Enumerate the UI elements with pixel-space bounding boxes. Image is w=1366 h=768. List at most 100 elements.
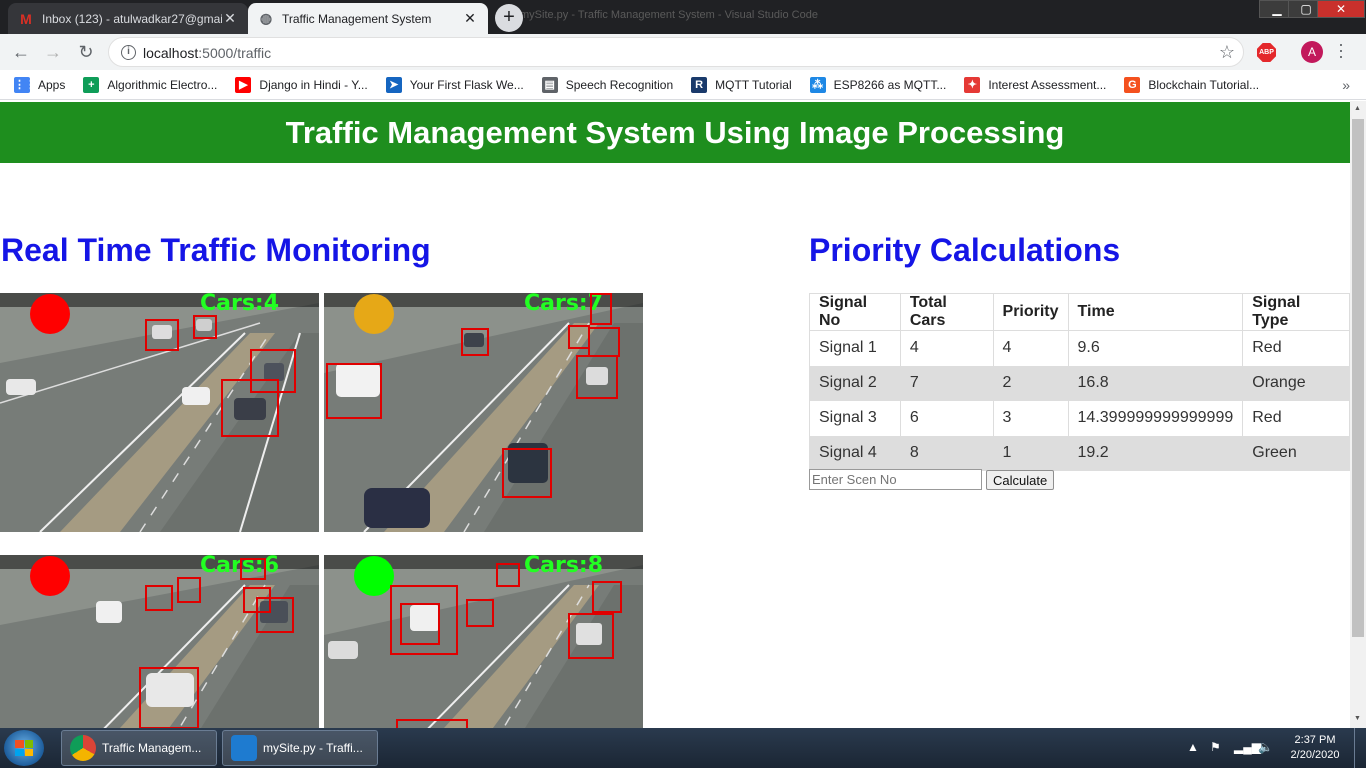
signal-light-indicator bbox=[354, 556, 394, 596]
bookmark-label: Apps bbox=[38, 77, 66, 92]
car-bounding-box bbox=[240, 558, 266, 580]
info-icon[interactable]: i bbox=[121, 45, 136, 60]
table-cell: 9.6 bbox=[1067, 330, 1244, 366]
table-cell: 2 bbox=[992, 365, 1069, 401]
column-header: Total Cars bbox=[899, 293, 994, 331]
bookmarks-overflow-icon[interactable]: » bbox=[1342, 77, 1350, 93]
bookmark-item[interactable]: ▶ Django in Hindi - Y... bbox=[235, 76, 368, 93]
table-cell: Signal 2 bbox=[809, 365, 901, 401]
car-bounding-box bbox=[396, 719, 468, 728]
table-row: Signal 4 8 1 19.2 Green bbox=[809, 435, 1350, 471]
brain-icon: ✦ bbox=[964, 76, 981, 93]
page-scrollbar[interactable]: ▲ ▼ bbox=[1350, 101, 1366, 728]
column-header: Signal No bbox=[809, 293, 901, 331]
bookmark-label: Django in Hindi - Y... bbox=[259, 77, 368, 92]
bookmark-item[interactable]: + Algorithmic Electro... bbox=[83, 76, 217, 93]
youtube-icon: ▶ bbox=[235, 76, 252, 93]
scenario-number-input[interactable] bbox=[809, 469, 982, 490]
bookmark-star-icon[interactable]: ☆ bbox=[1219, 42, 1235, 63]
start-button[interactable] bbox=[4, 730, 44, 766]
car-bounding-box bbox=[461, 328, 489, 356]
adblock-icon[interactable]: ABP bbox=[1257, 43, 1276, 62]
forward-arrow-icon[interactable]: → bbox=[41, 40, 65, 64]
bookmark-item[interactable]: ⋮⋮ Apps bbox=[14, 76, 66, 93]
scroll-up-icon[interactable]: ▲ bbox=[1354, 105, 1361, 112]
signal-light-indicator bbox=[354, 294, 394, 334]
taskbar-item-chrome[interactable]: Traffic Managem... bbox=[61, 730, 217, 766]
bookmark-item[interactable]: R MQTT Tutorial bbox=[691, 76, 792, 93]
car-bounding-box bbox=[496, 563, 520, 587]
car-bounding-box bbox=[221, 379, 279, 437]
table-cell: Signal 1 bbox=[809, 330, 901, 366]
address-bar[interactable]: i localhost:5000/traffic ☆ bbox=[108, 37, 1244, 67]
table-body: Signal 1 4 4 9.6 Red Signal 2 7 2 16.8 Orange Sign… bbox=[809, 330, 1350, 471]
table-header-row: Signal No Total Cars Priority Time Signa… bbox=[809, 293, 1350, 331]
car-bounding-box bbox=[590, 293, 612, 325]
table-cell: Red bbox=[1242, 330, 1350, 366]
table-cell: Signal 4 bbox=[809, 435, 901, 471]
clock-time: 2:37 PM bbox=[1294, 734, 1336, 746]
tab-inbox[interactable]: M Inbox (123) - atulwadkar27@gmail.com ✕ bbox=[8, 3, 248, 34]
url-text[interactable]: localhost:5000/traffic bbox=[143, 45, 271, 61]
car-bounding-box bbox=[592, 581, 622, 613]
table-cell: Red bbox=[1242, 400, 1350, 436]
menu-dots-icon[interactable]: · · · bbox=[1336, 35, 1346, 65]
traffic-camera-frame-3: Cars:6 bbox=[0, 555, 319, 728]
taskbar-item-label: mySite.py - Traffi... bbox=[263, 741, 363, 755]
windows-taskbar: Traffic Managem... mySite.py - Traffi...… bbox=[0, 728, 1366, 768]
taskbar-item-vscode[interactable]: mySite.py - Traffi... bbox=[222, 730, 378, 766]
tab-traffic-management[interactable]: ◍ Traffic Management System ✕ bbox=[248, 3, 488, 34]
bookmarks-bar: ⋮⋮ Apps + Algorithmic Electro... ▶ Django in … bbox=[0, 70, 1366, 100]
table-row: Signal 3 6 3 14.399999999999999 Red bbox=[809, 400, 1350, 436]
action-center-flag-icon[interactable]: ⚑ bbox=[1210, 740, 1221, 754]
cars-count-label: Cars:8 bbox=[524, 555, 604, 578]
traffic-camera-frame-2: Cars:7 bbox=[324, 293, 643, 532]
close-icon[interactable]: ✕ bbox=[462, 10, 478, 27]
windows-logo-icon bbox=[15, 740, 33, 756]
bookmark-item[interactable]: ➤ Your First Flask We... bbox=[385, 76, 524, 93]
cars-count-label: Cars:4 bbox=[200, 293, 280, 316]
new-tab-button[interactable]: + bbox=[495, 4, 523, 32]
document-icon: ▤ bbox=[541, 76, 558, 93]
taskbar-item-label: Traffic Managem... bbox=[102, 741, 202, 755]
table-cell: 14.399999999999999 bbox=[1067, 400, 1244, 436]
dots-icon: ⁂ bbox=[809, 76, 826, 93]
system-clock[interactable]: 2:37 PM 2/20/2020 bbox=[1284, 733, 1346, 763]
car-bounding-box bbox=[139, 667, 199, 728]
table-cell: 3 bbox=[992, 400, 1069, 436]
bookmark-label: Speech Recognition bbox=[565, 77, 674, 92]
car-bounding-box bbox=[256, 597, 294, 633]
car-bounding-box bbox=[193, 315, 217, 339]
tray-expand-icon[interactable]: ▲ bbox=[1187, 740, 1199, 754]
column-header: Priority bbox=[992, 293, 1069, 331]
column-header: Time bbox=[1067, 293, 1244, 331]
car-bounding-box bbox=[145, 585, 173, 611]
reload-icon[interactable]: ↻ bbox=[74, 40, 98, 64]
car-bounding-box bbox=[400, 603, 440, 645]
network-signal-icon[interactable]: ▂▄▆ bbox=[1234, 740, 1261, 754]
bookmark-item[interactable]: G Blockchain Tutorial... bbox=[1124, 76, 1259, 93]
page-banner: Traffic Management System Using Image Pr… bbox=[0, 102, 1350, 163]
close-icon[interactable]: ✕ bbox=[222, 10, 238, 27]
table-cell: 16.8 bbox=[1067, 365, 1244, 401]
car-bounding-box bbox=[576, 355, 618, 399]
profile-avatar[interactable]: A bbox=[1301, 41, 1323, 63]
table-cell: Green bbox=[1242, 435, 1350, 471]
bookmark-item[interactable]: ⁂ ESP8266 as MQTT... bbox=[809, 76, 946, 93]
car-bounding-box bbox=[466, 599, 494, 627]
car-bounding-box bbox=[177, 577, 201, 603]
back-arrow-icon[interactable]: ← bbox=[9, 40, 33, 64]
bookmark-item[interactable]: ✦ Interest Assessment... bbox=[964, 76, 1106, 93]
show-desktop-button[interactable] bbox=[1354, 728, 1366, 768]
table-cell: 19.2 bbox=[1067, 435, 1244, 471]
volume-icon[interactable]: 🔈 bbox=[1258, 740, 1273, 754]
plus-icon: + bbox=[83, 76, 100, 93]
calculate-button[interactable]: Calculate bbox=[986, 470, 1055, 490]
window-close-button[interactable]: ✕ bbox=[1317, 0, 1365, 18]
clock-date: 2/20/2020 bbox=[1290, 749, 1340, 761]
scroll-down-icon[interactable]: ▼ bbox=[1354, 715, 1361, 722]
bookmark-item[interactable]: ▤ Speech Recognition bbox=[541, 76, 674, 93]
bookmark-label: MQTT Tutorial bbox=[715, 77, 792, 92]
scrollbar-thumb[interactable] bbox=[1352, 119, 1364, 637]
car-bounding-box bbox=[568, 613, 614, 659]
